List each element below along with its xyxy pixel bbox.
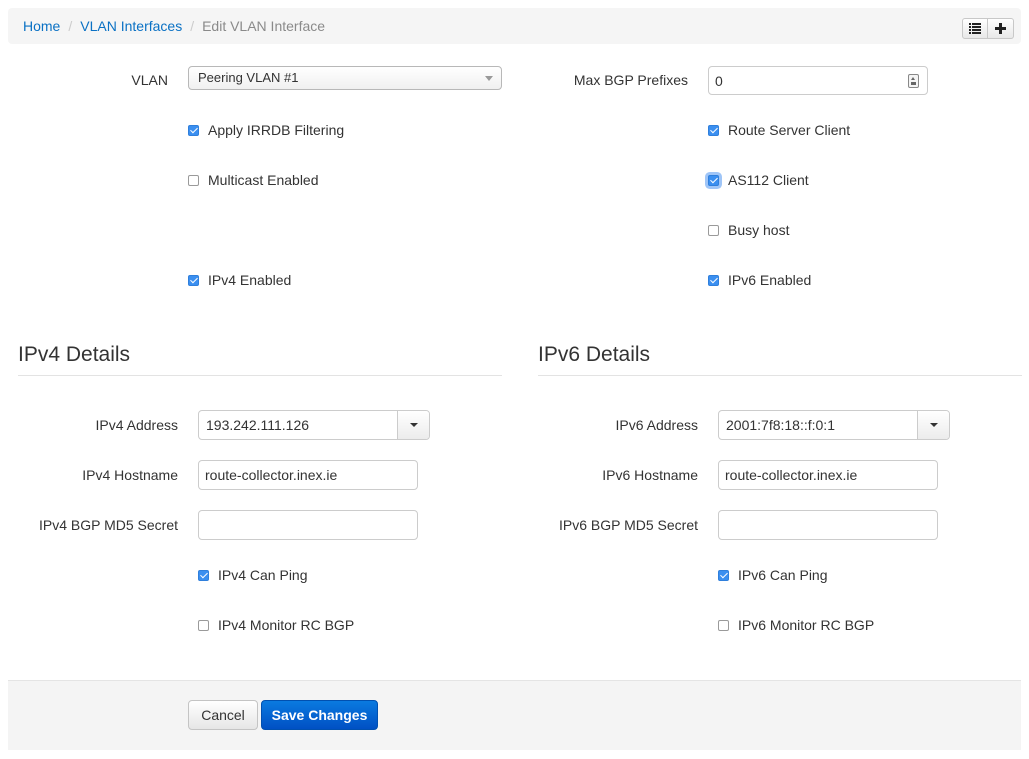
ipv4-hostname-label: IPv4 Hostname	[82, 467, 178, 483]
vlan-label: VLAN	[131, 72, 168, 88]
ipv6-address-label: IPv6 Address	[615, 417, 699, 433]
ipv4-address-combobox[interactable]: 193.242.111.126	[198, 410, 430, 440]
ipv4-section-title: IPv4 Details	[18, 343, 131, 366]
checkbox-icon[interactable]	[188, 274, 199, 286]
ipv4-md5-label: IPv4 BGP MD5 Secret	[38, 517, 178, 533]
checkbox-icon[interactable]	[708, 224, 719, 236]
list-icon	[969, 23, 981, 34]
breadcrumb-separator: /	[190, 18, 195, 34]
ipv6-address-combobox[interactable]: 2001:7f8:18::f:0:1	[718, 410, 950, 440]
max-prefixes-label: Max BGP Prefixes	[573, 72, 688, 88]
checkbox-icon[interactable]	[198, 569, 209, 581]
toolbar-buttons	[962, 18, 1014, 39]
ipv6-hostname-value: route-collector.inex.ie	[725, 467, 858, 483]
ipv4-address-dropdown-button[interactable]	[397, 411, 429, 439]
breadcrumb-separator: /	[68, 18, 73, 34]
rs-client-label: Route Server Client	[728, 122, 851, 138]
ipv4-can-ping-checkbox[interactable]: IPv4 Can Ping	[198, 567, 308, 583]
ipv6-hostname-input[interactable]: route-collector.inex.ie	[718, 460, 938, 490]
caret-down-icon	[410, 423, 418, 427]
as112-checkbox[interactable]: AS112 Client	[708, 172, 809, 188]
vlan-select[interactable]: Peering VLAN #1	[188, 66, 502, 90]
ipv4-md5-input[interactable]	[198, 510, 418, 540]
ipv6-address-dropdown-button[interactable]	[917, 411, 949, 439]
breadcrumb: Home / VLAN Interfaces / Edit VLAN Interface	[23, 18, 325, 34]
ipv4-monitor-rc-label: IPv4 Monitor RC BGP	[218, 617, 355, 633]
ipv4-divider	[18, 375, 502, 376]
max-prefixes-value: 0	[715, 73, 723, 89]
ipv6-can-ping-checkbox[interactable]: IPv6 Can Ping	[718, 567, 828, 583]
ipv6-divider	[538, 375, 1022, 376]
multicast-checkbox[interactable]: Multicast Enabled	[188, 172, 319, 188]
ipv4-address-value: 193.242.111.126	[206, 417, 310, 433]
ipv4-hostname-input[interactable]: route-collector.inex.ie	[198, 460, 418, 490]
checkbox-icon[interactable]	[718, 619, 729, 631]
checkbox-icon[interactable]	[718, 569, 729, 581]
as112-label: AS112 Client	[728, 172, 809, 188]
vlan-select-value: Peering VLAN #1	[198, 70, 299, 85]
irrdb-label: Apply IRRDB Filtering	[208, 122, 345, 138]
breadcrumb-home[interactable]: Home	[23, 18, 60, 34]
busy-host-label: Busy host	[728, 222, 790, 238]
multicast-label: Multicast Enabled	[208, 172, 319, 188]
checkbox-icon[interactable]	[708, 174, 719, 186]
busy-host-checkbox[interactable]: Busy host	[708, 222, 789, 238]
cancel-button[interactable]: Cancel	[188, 700, 258, 730]
checkbox-icon[interactable]	[708, 274, 719, 286]
ipv4-enabled-checkbox[interactable]: IPv4 Enabled	[188, 272, 291, 288]
ipv4-hostname-value: route-collector.inex.ie	[205, 467, 338, 483]
checkbox-icon[interactable]	[188, 124, 199, 136]
breadcrumb-bar: Home / VLAN Interfaces / Edit VLAN Interface	[8, 8, 1021, 44]
ipv6-monitor-rc-checkbox[interactable]: IPv6 Monitor RC BGP	[718, 617, 874, 633]
checkbox-icon[interactable]	[198, 619, 209, 631]
max-prefixes-input[interactable]: 0	[708, 66, 928, 95]
ipv4-monitor-rc-checkbox[interactable]: IPv4 Monitor RC BGP	[198, 617, 354, 633]
irrdb-checkbox[interactable]: Apply IRRDB Filtering	[188, 122, 344, 138]
checkbox-icon[interactable]	[188, 174, 199, 186]
ipv6-section-title: IPv6 Details	[538, 343, 651, 366]
ipv6-can-ping-label: IPv6 Can Ping	[738, 567, 828, 583]
plus-icon	[995, 23, 1006, 34]
ipv6-enabled-label: IPv6 Enabled	[728, 272, 812, 288]
ipv6-enabled-checkbox[interactable]: IPv6 Enabled	[708, 272, 811, 288]
ipv6-monitor-rc-label: IPv6 Monitor RC BGP	[738, 617, 875, 633]
ipv4-enabled-label: IPv4 Enabled	[208, 272, 292, 288]
ipv4-can-ping-label: IPv4 Can Ping	[218, 567, 308, 583]
ipv6-md5-label: IPv6 BGP MD5 Secret	[558, 517, 698, 533]
chevron-down-icon	[485, 76, 493, 81]
ipv4-address-label: IPv4 Address	[95, 417, 179, 433]
spinner-icon[interactable]	[908, 74, 919, 88]
add-button[interactable]	[988, 18, 1014, 39]
breadcrumb-current: Edit VLAN Interface	[202, 18, 326, 34]
checkbox-icon[interactable]	[708, 124, 719, 136]
list-button[interactable]	[962, 18, 988, 39]
rs-client-checkbox[interactable]: Route Server Client	[708, 122, 850, 138]
ipv6-hostname-label: IPv6 Hostname	[602, 467, 698, 483]
form-actions	[8, 680, 1021, 750]
ipv6-address-value: 2001:7f8:18::f:0:1	[726, 417, 835, 433]
caret-down-icon	[930, 423, 938, 427]
ipv6-md5-input[interactable]	[718, 510, 938, 540]
save-changes-button[interactable]: Save Changes	[261, 700, 378, 730]
breadcrumb-vlan-interfaces[interactable]: VLAN Interfaces	[80, 18, 182, 34]
